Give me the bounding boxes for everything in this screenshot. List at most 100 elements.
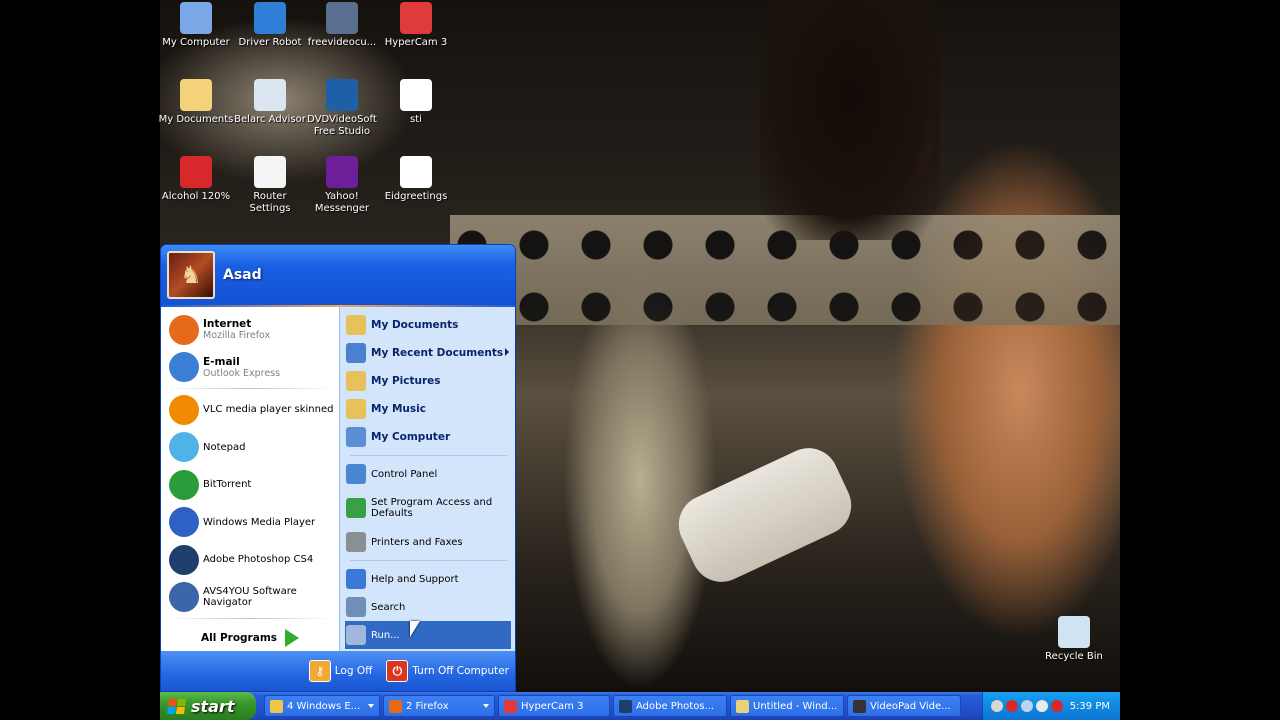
start-menu: ♞ Asad Internet Mozilla Firefox E-mail Outl…	[160, 244, 516, 692]
start-menu-place-item[interactable]: My Pictures	[340, 367, 515, 395]
start-menu-place-item[interactable]: Control Panel	[340, 460, 515, 488]
start-menu-place-item[interactable]: Printers and Faxes	[340, 528, 515, 556]
group-dropdown-icon	[483, 704, 489, 708]
pictures-folder-icon	[346, 371, 366, 391]
taskbar-button[interactable]: HyperCam 3	[498, 695, 610, 717]
desktop-icon-label: sti	[410, 114, 422, 125]
windows-media-player-icon	[169, 507, 199, 538]
start-menu-place-item[interactable]: My Music	[340, 395, 515, 423]
place-label: Run...	[371, 629, 400, 641]
messenger-tray-icon[interactable]	[991, 700, 1003, 712]
desktop-icon-label: Router Settings	[249, 191, 291, 214]
turn-off-label: Turn Off Computer	[412, 665, 509, 677]
taskbar-button-label: HyperCam 3	[521, 700, 584, 712]
places-separator	[350, 560, 507, 561]
desktop-icon[interactable]: Driver Robot	[232, 2, 308, 49]
pinned-program-item[interactable]: E-mail Outlook Express	[161, 349, 339, 387]
pinned-program-item[interactable]: VLC media player skinned	[161, 391, 339, 429]
pinned-program-item[interactable]: BitTorrent	[161, 466, 339, 504]
desktop-icon-label: freevideocu...	[307, 37, 377, 48]
system-tray: 5:39 PM	[982, 692, 1120, 720]
firefox-icon	[169, 314, 199, 345]
photoshop-icon	[169, 544, 199, 575]
program-name: BitTorrent	[203, 479, 252, 491]
hypercam-icon	[400, 2, 432, 34]
desktop-icon[interactable]: HyperCam 3	[378, 2, 454, 49]
power-icon: ⏻	[386, 660, 409, 682]
pinned-program-item[interactable]: Notepad	[161, 429, 339, 467]
user-avatar-icon[interactable]: ♞	[167, 251, 215, 299]
music-folder-icon	[346, 399, 366, 419]
control-panel-icon	[346, 464, 366, 484]
turn-off-computer-button[interactable]: ⏻ Turn Off Computer	[386, 660, 509, 682]
bittorrent-icon	[169, 469, 199, 500]
start-menu-place-item[interactable]: My Computer	[340, 423, 515, 451]
all-programs-label: All Programs	[200, 632, 278, 644]
windows-logo-icon	[166, 698, 187, 714]
notepad-icon	[169, 432, 199, 463]
volume-tray-icon[interactable]	[1036, 700, 1048, 712]
desktop-icon[interactable]: Alcohol 120%	[158, 156, 234, 203]
place-label: My Pictures	[371, 375, 441, 387]
log-off-label: Log Off	[334, 665, 373, 677]
place-label: My Recent Documents	[371, 347, 504, 359]
pinned-program-item[interactable]: Windows Media Player	[161, 504, 339, 542]
alcohol-tray-icon[interactable]	[1051, 700, 1063, 712]
desktop-icon[interactable]: My Computer	[158, 2, 234, 49]
desktop-icon[interactable]: Eidgreetings	[378, 156, 454, 203]
program-name: E-mail	[203, 355, 240, 368]
desktop-icon-label: Recycle Bin	[1045, 651, 1103, 662]
taskbar-button[interactable]: 4 Windows E...	[264, 695, 380, 717]
desktop-icon[interactable]: Yahoo! Messenger	[304, 156, 380, 215]
program-access-icon	[346, 498, 366, 518]
pinned-program-item[interactable]: Internet Mozilla Firefox	[161, 311, 339, 349]
desktop-icon[interactable]: sti	[378, 79, 454, 126]
start-menu-place-item[interactable]: My Documents	[340, 311, 515, 339]
belarc-advisor-icon	[254, 79, 286, 111]
taskbar-button[interactable]: VideoPad Vide...	[847, 695, 961, 717]
start-menu-place-item[interactable]: Run...	[345, 621, 511, 649]
desktop-icon-label: Driver Robot	[238, 37, 302, 48]
desktop-icon[interactable]: Recycle Bin	[1036, 616, 1112, 663]
taskbar-button[interactable]: 2 Firefox	[383, 695, 495, 717]
start-menu-places: My Documents My Recent Documents My Pictur…	[339, 307, 515, 653]
desktop-icon[interactable]: My Documents	[158, 79, 234, 126]
program-name: Adobe Photoshop CS4	[203, 554, 314, 566]
antivirus-tray-icon[interactable]	[1006, 700, 1018, 712]
firefox-icon	[389, 699, 402, 713]
all-programs-separator	[167, 618, 333, 619]
folder-icon	[346, 315, 366, 335]
start-menu-place-item[interactable]: Set Program Access and Defaults	[340, 488, 515, 528]
dvdvideosoft-icon	[326, 79, 358, 111]
start-menu-place-item[interactable]: My Recent Documents	[340, 339, 515, 367]
taskbar-button[interactable]: Adobe Photos...	[613, 695, 727, 717]
desktop-icon[interactable]: DVDVideoSoft Free Studio	[304, 79, 380, 138]
clock[interactable]: 5:39 PM	[1070, 701, 1110, 712]
desktop-icon-label: DVDVideoSoft Free Studio	[307, 114, 377, 137]
desktop-icon-label: HyperCam 3	[384, 37, 448, 48]
desktop-icon-label: My Documents	[158, 114, 234, 125]
mouse-cursor	[410, 621, 420, 637]
desktop-icon-label: Eidgreetings	[384, 191, 448, 202]
desktop-icon[interactable]: Belarc Advisor	[232, 79, 308, 126]
pinned-program-item[interactable]: AVS4YOU Software Navigator	[161, 579, 339, 617]
place-label: My Computer	[371, 431, 451, 443]
start-menu-place-item[interactable]: Help and Support	[340, 565, 515, 593]
log-off-button[interactable]: ⚷ Log Off	[308, 660, 373, 682]
program-name: VLC media player skinned	[203, 404, 334, 416]
network-tray-icon[interactable]	[1021, 700, 1033, 712]
start-menu-place-item[interactable]: Search	[340, 593, 515, 621]
desktop-icon[interactable]: freevideocu...	[304, 2, 380, 49]
taskbar-button[interactable]: Untitled - Wind...	[730, 695, 844, 717]
start-button[interactable]: start	[160, 692, 256, 720]
desktop-icon[interactable]: Router Settings	[232, 156, 308, 215]
desktop-icon-label: Belarc Advisor	[234, 114, 306, 125]
pinned-program-item[interactable]: Adobe Photoshop CS4	[161, 541, 339, 579]
all-programs-button[interactable]: All Programs	[161, 621, 339, 655]
driver-robot-icon	[254, 2, 286, 34]
green-arrow-icon	[285, 629, 300, 647]
place-label: Set Program Access and Defaults	[371, 497, 493, 519]
place-label: Control Panel	[371, 468, 438, 480]
places-separator	[350, 455, 507, 456]
log-off-icon: ⚷	[308, 660, 331, 682]
